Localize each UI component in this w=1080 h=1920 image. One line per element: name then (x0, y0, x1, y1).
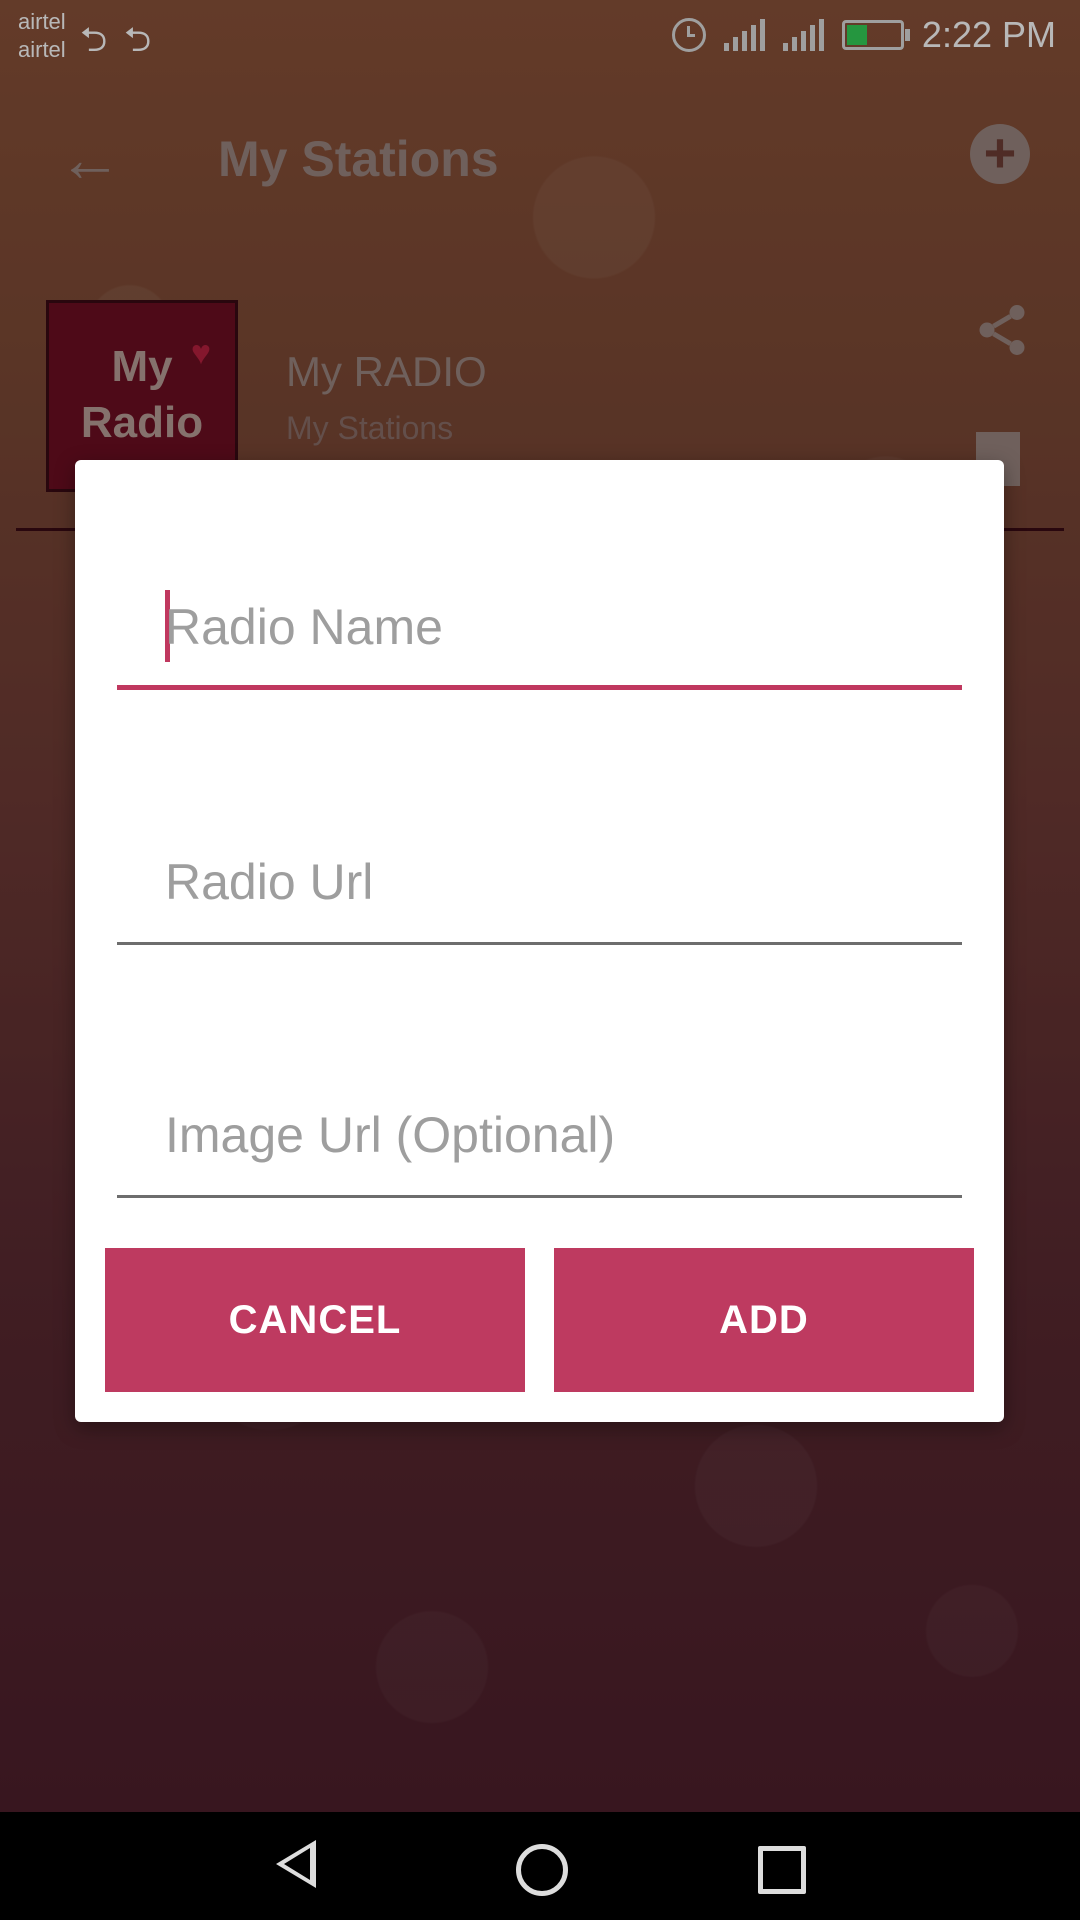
input-underline (117, 1195, 962, 1198)
image-url-input[interactable]: Image Url (Optional) (117, 1088, 962, 1198)
radio-name-placeholder: Radio Name (165, 599, 443, 655)
nav-recents-icon[interactable] (758, 1846, 806, 1894)
radio-url-placeholder: Radio Url (165, 854, 374, 910)
input-underline (117, 685, 962, 690)
app-screen: airtel airtel ⮌ ⮌ 2:22 PM ← My Stations … (0, 0, 1080, 1812)
cancel-button[interactable]: CANCEL (105, 1248, 525, 1392)
add-button[interactable]: ADD (554, 1248, 974, 1392)
radio-url-input[interactable]: Radio Url (117, 835, 962, 945)
input-underline (117, 942, 962, 945)
nav-home-icon[interactable] (516, 1844, 568, 1896)
radio-name-input[interactable]: Radio Name (117, 580, 962, 690)
image-url-placeholder: Image Url (Optional) (165, 1107, 616, 1163)
navigation-bar (0, 1812, 1080, 1920)
add-station-dialog: Radio Name Radio Url Image Url (Optional… (75, 460, 1004, 1422)
nav-back-icon[interactable] (276, 1840, 316, 1888)
